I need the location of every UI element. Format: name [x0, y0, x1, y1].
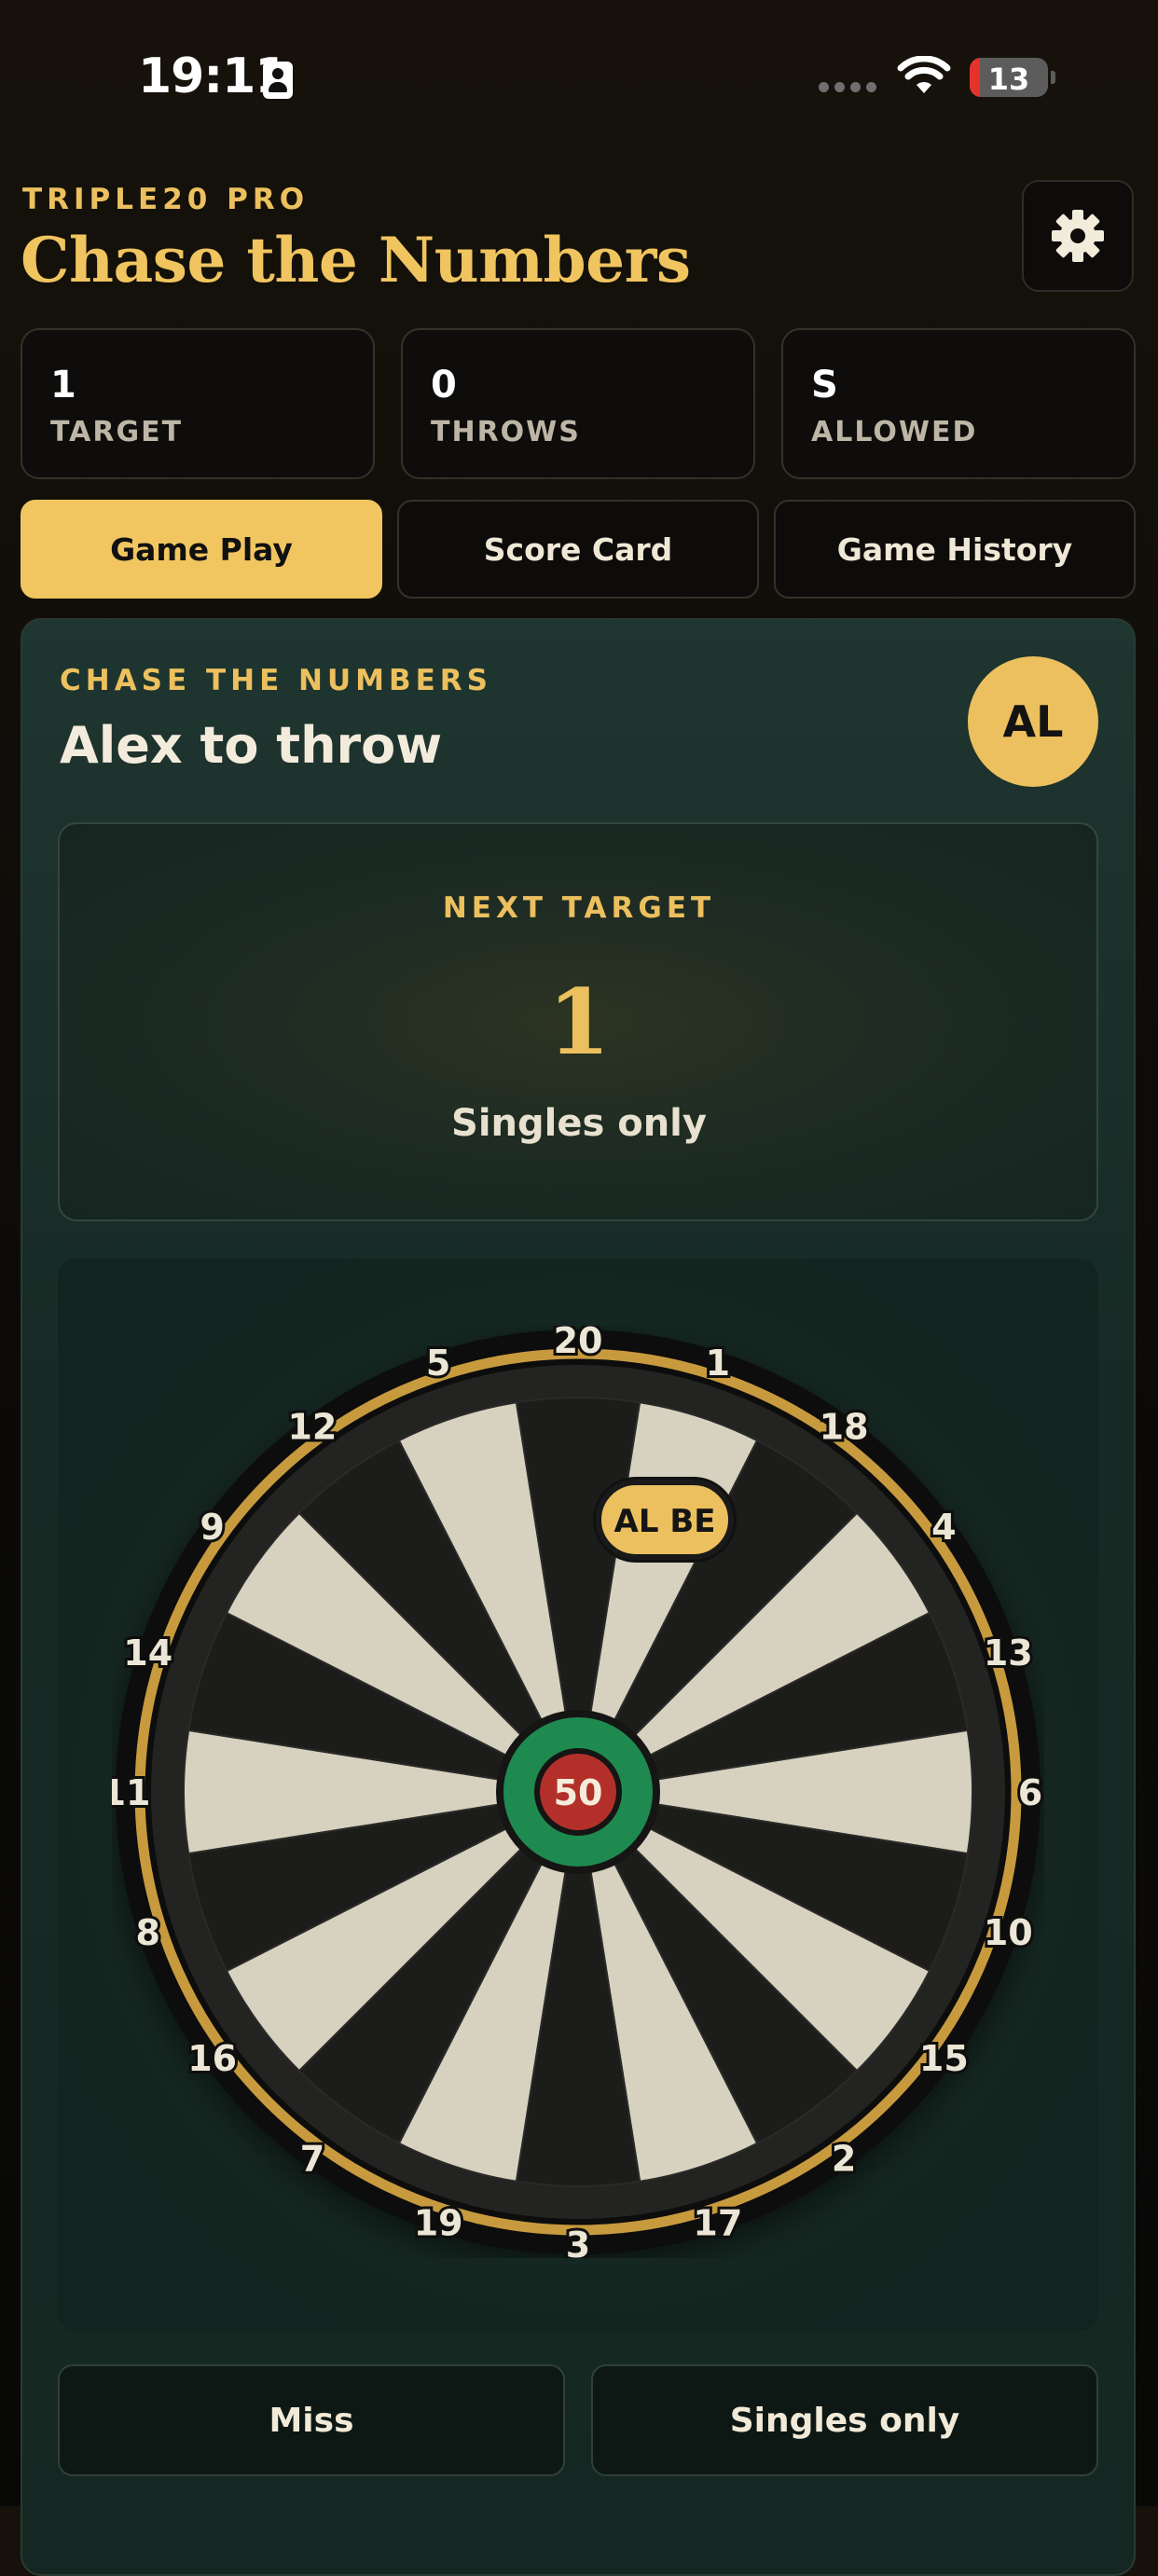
page-title: Chase the Numbers — [21, 224, 691, 296]
current-thrower: Alex to throw — [60, 716, 443, 775]
stat-value: S — [811, 364, 838, 406]
board-number-19: 19 — [414, 2202, 463, 2243]
board-number-5: 5 — [426, 1343, 450, 1384]
wifi-icon — [897, 56, 951, 93]
signal-dots-icon — [819, 82, 876, 92]
board-number-12: 12 — [287, 1407, 337, 1448]
stat-value: 0 — [431, 364, 457, 406]
stat-label: TARGET — [50, 416, 184, 448]
board-number-15: 15 — [919, 2038, 969, 2079]
board-number-11: 11 — [112, 1772, 150, 1813]
board-number-13: 13 — [984, 1632, 1033, 1674]
tab-score-card[interactable]: Score Card — [397, 500, 759, 599]
dartboard[interactable]: 20 1 18 4 13 6 10 15 2 17 3 19 7 16 8 11 14 9 12 5 50 AL BE — [112, 1326, 1044, 2258]
board-number-16: 16 — [187, 2038, 237, 2079]
stat-value: 1 — [50, 364, 76, 406]
avatar: AL — [968, 656, 1098, 787]
status-bar: 19:11 13 — [0, 0, 1158, 158]
board-number-8: 8 — [136, 1912, 160, 1953]
gear-icon — [1052, 210, 1104, 262]
stat-label: ALLOWED — [811, 416, 978, 448]
tab-game-history[interactable]: Game History — [774, 500, 1136, 599]
board-number-10: 10 — [984, 1912, 1033, 1953]
board-number-9: 9 — [200, 1507, 224, 1548]
board-number-6: 6 — [1018, 1772, 1042, 1813]
next-target-value: 1 — [547, 970, 611, 1075]
board-number-3: 3 — [566, 2225, 590, 2258]
board-number-17: 17 — [693, 2202, 742, 2243]
app-brand: TRIPLE20 PRO — [22, 183, 310, 216]
board-number-20: 20 — [554, 1326, 603, 1361]
stat-target: 1 TARGET — [21, 328, 375, 479]
tab-game-play[interactable]: Game Play — [21, 500, 382, 599]
stat-allowed: S ALLOWED — [781, 328, 1136, 479]
board-number-1: 1 — [706, 1343, 730, 1384]
game-mode-label: CHASE THE NUMBERS — [60, 664, 493, 697]
battery-cap — [1051, 71, 1055, 84]
stat-throws: 0 THROWS — [401, 328, 755, 479]
target-rule: Singles only — [451, 1102, 707, 1145]
board-number-14: 14 — [123, 1632, 172, 1674]
board-number-4: 4 — [931, 1507, 956, 1548]
contact-card-icon — [263, 62, 293, 99]
bull-label: 50 — [554, 1772, 603, 1813]
next-target-label: NEXT TARGET — [442, 891, 716, 925]
player-marker-label: AL BE — [614, 1503, 716, 1540]
singles-only-button[interactable]: Singles only — [591, 2364, 1098, 2476]
player-marker: AL BE — [593, 1477, 737, 1563]
settings-button[interactable] — [1022, 180, 1134, 292]
board-number-2: 2 — [832, 2138, 856, 2179]
board-number-7: 7 — [300, 2138, 324, 2179]
battery-level: 13 — [987, 62, 1030, 97]
stat-label: THROWS — [431, 416, 581, 448]
miss-button[interactable]: Miss — [58, 2364, 565, 2476]
board-number-18: 18 — [820, 1407, 869, 1448]
battery-icon: 13 — [970, 58, 1048, 97]
